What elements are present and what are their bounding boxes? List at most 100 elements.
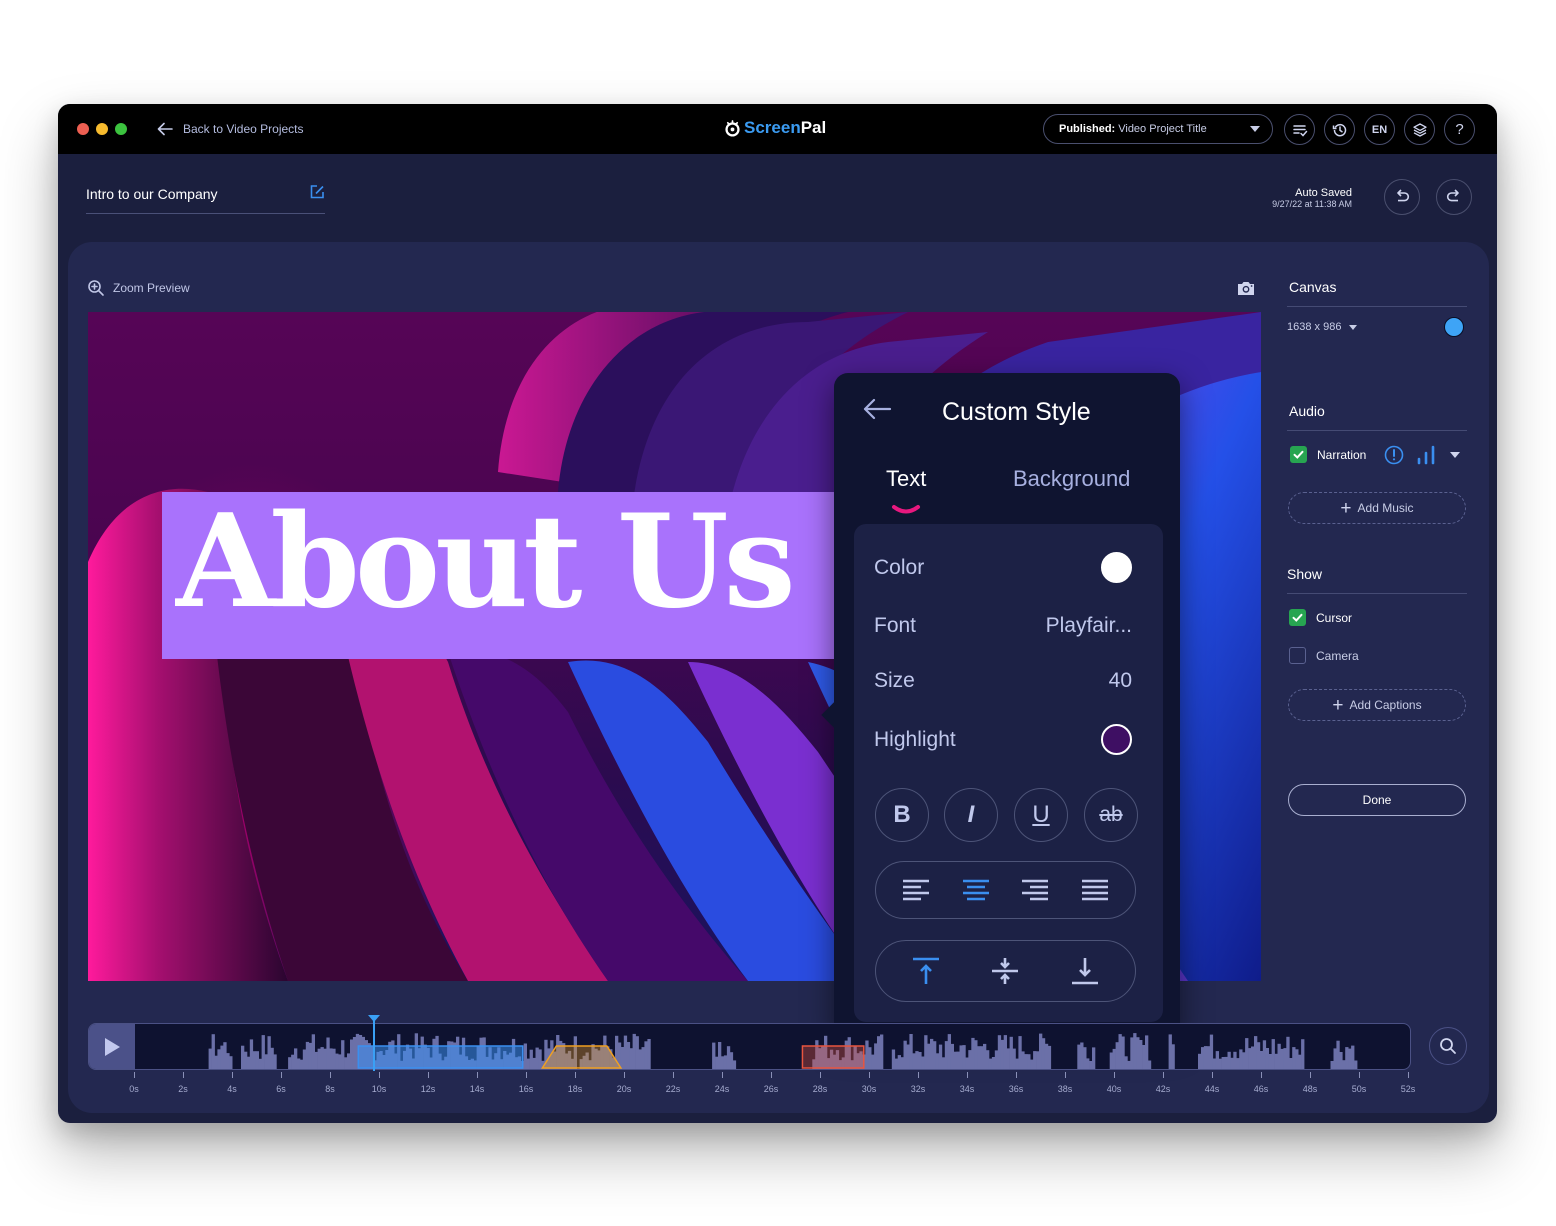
timeline-tick-label: 26s — [763, 1084, 779, 1094]
tab-background[interactable]: Background — [1013, 466, 1130, 492]
publish-prefix: Published: — [1059, 123, 1116, 135]
canvas-color-swatch[interactable] — [1444, 317, 1464, 337]
back-to-projects-link[interactable]: Back to Video Projects — [156, 120, 304, 138]
publish-status-dropdown[interactable]: Published: Video Project Title — [1043, 114, 1273, 144]
timeline-search-button[interactable] — [1429, 1027, 1467, 1065]
waveform-bar — [317, 1048, 321, 1069]
waveform-bar — [1036, 1051, 1040, 1069]
help-button[interactable]: ? — [1444, 114, 1475, 145]
waveform-bar — [1301, 1039, 1305, 1069]
waveform-bar — [1203, 1046, 1208, 1069]
cursor-checkbox-row[interactable]: Cursor — [1289, 609, 1352, 626]
tab-text[interactable]: Text — [886, 466, 926, 492]
waveform-bar — [1133, 1033, 1137, 1069]
title-bar: Back to Video Projects Screen Pal Publish… — [58, 104, 1497, 154]
add-captions-label: Add Captions — [1349, 698, 1422, 712]
selection-segment[interactable] — [357, 1045, 524, 1069]
layers-button[interactable] — [1404, 114, 1435, 145]
valign-top-button[interactable] — [909, 954, 943, 988]
back-arrow-icon[interactable] — [862, 397, 892, 421]
checklist-button[interactable] — [1284, 114, 1315, 145]
waveform-bar — [1121, 1036, 1125, 1069]
font-value[interactable]: Playfair... — [1046, 614, 1132, 638]
checkmark-icon — [1292, 613, 1303, 622]
cursor-checkbox[interactable] — [1289, 609, 1306, 626]
narration-checkbox[interactable] — [1290, 446, 1307, 463]
transition-segment[interactable] — [540, 1045, 623, 1069]
waveform-bar — [532, 1057, 536, 1069]
history-button[interactable] — [1324, 114, 1355, 145]
language-button[interactable]: EN — [1364, 114, 1395, 145]
waveform-bar — [1289, 1058, 1293, 1069]
warning-icon[interactable] — [1384, 445, 1404, 465]
title-overlay-text: About Us — [176, 487, 796, 637]
project-title-field[interactable]: Intro to our Company — [86, 184, 325, 214]
play-button[interactable] — [89, 1024, 135, 1069]
color-row[interactable]: Color — [874, 552, 1132, 583]
highlight-color-swatch[interactable] — [1101, 724, 1132, 755]
add-music-button[interactable]: + Add Music — [1288, 492, 1466, 524]
undo-button[interactable] — [1384, 179, 1420, 215]
done-button[interactable]: Done — [1288, 784, 1466, 816]
close-window-button[interactable] — [77, 123, 89, 135]
canvas-size-dropdown[interactable]: 1638 x 986 — [1287, 321, 1358, 333]
maximize-window-button[interactable] — [115, 123, 127, 135]
narration-options-caret[interactable] — [1450, 452, 1460, 458]
align-center-button[interactable] — [959, 873, 993, 907]
timeline-tick-label: 32s — [910, 1084, 926, 1094]
audio-level-icon[interactable] — [1416, 445, 1438, 465]
valign-middle-button[interactable] — [988, 954, 1022, 988]
redo-button[interactable] — [1436, 179, 1472, 215]
caret-down-icon — [1349, 324, 1358, 330]
waveform-bar — [865, 1040, 869, 1069]
waveform-bar — [1221, 1057, 1225, 1069]
waveform-bar — [299, 1059, 304, 1069]
waveform-bar — [261, 1035, 265, 1069]
timeline-track[interactable] — [88, 1023, 1411, 1070]
timeline-tick-label: 10s — [371, 1084, 387, 1094]
waveform-bar — [211, 1034, 215, 1069]
minimize-window-button[interactable] — [96, 123, 108, 135]
waveform-bar — [1080, 1042, 1084, 1069]
align-left-button[interactable] — [899, 873, 933, 907]
waveform-bar — [718, 1042, 722, 1069]
timeline-tick-label: 48s — [1302, 1084, 1318, 1094]
waveform-bar — [712, 1042, 716, 1069]
size-row[interactable]: Size 40 — [874, 669, 1132, 693]
valign-bottom-button[interactable] — [1068, 954, 1102, 988]
align-justify-button[interactable] — [1078, 873, 1112, 907]
waveform-bar — [988, 1058, 993, 1069]
autosave-label: Auto Saved — [1295, 187, 1352, 199]
strikethrough-button[interactable]: ab — [1084, 788, 1138, 842]
font-row[interactable]: Font Playfair... — [874, 614, 1132, 638]
title-overlay[interactable]: About Us — [162, 487, 842, 659]
playhead[interactable] — [368, 1015, 380, 1071]
camera-checkbox[interactable] — [1289, 647, 1306, 664]
waveform-bar — [1027, 1054, 1031, 1069]
plus-icon: + — [1340, 497, 1352, 519]
waveform-bar — [1136, 1037, 1140, 1069]
align-right-button[interactable] — [1018, 873, 1052, 907]
waveform-bar — [868, 1047, 872, 1069]
text-color-swatch[interactable] — [1101, 552, 1132, 583]
waveform-bar — [350, 1039, 354, 1069]
cut-segment[interactable] — [801, 1045, 865, 1069]
size-value[interactable]: 40 — [1109, 669, 1132, 693]
autosave-status: Auto Saved 9/27/22 at 11:38 AM — [1272, 187, 1352, 209]
waveform-bar — [1280, 1048, 1284, 1069]
zoom-preview-button[interactable]: Zoom Preview — [87, 279, 190, 297]
narration-checkbox-row[interactable]: Narration — [1290, 446, 1366, 463]
underline-button[interactable]: U — [1014, 788, 1068, 842]
edit-icon[interactable] — [309, 184, 325, 200]
waveform-bar — [344, 1057, 348, 1069]
cursor-label: Cursor — [1316, 610, 1353, 625]
camera-checkbox-row[interactable]: Camera — [1289, 647, 1359, 664]
italic-button[interactable]: I — [944, 788, 998, 842]
add-captions-button[interactable]: + Add Captions — [1288, 689, 1466, 721]
waveform-bar — [1198, 1053, 1202, 1069]
waveform-bar — [1274, 1053, 1278, 1069]
bold-button[interactable]: B — [875, 788, 929, 842]
camera-snapshot-icon[interactable] — [1236, 279, 1256, 297]
highlight-row[interactable]: Highlight — [874, 724, 1132, 755]
camera-label: Camera — [1316, 648, 1359, 663]
